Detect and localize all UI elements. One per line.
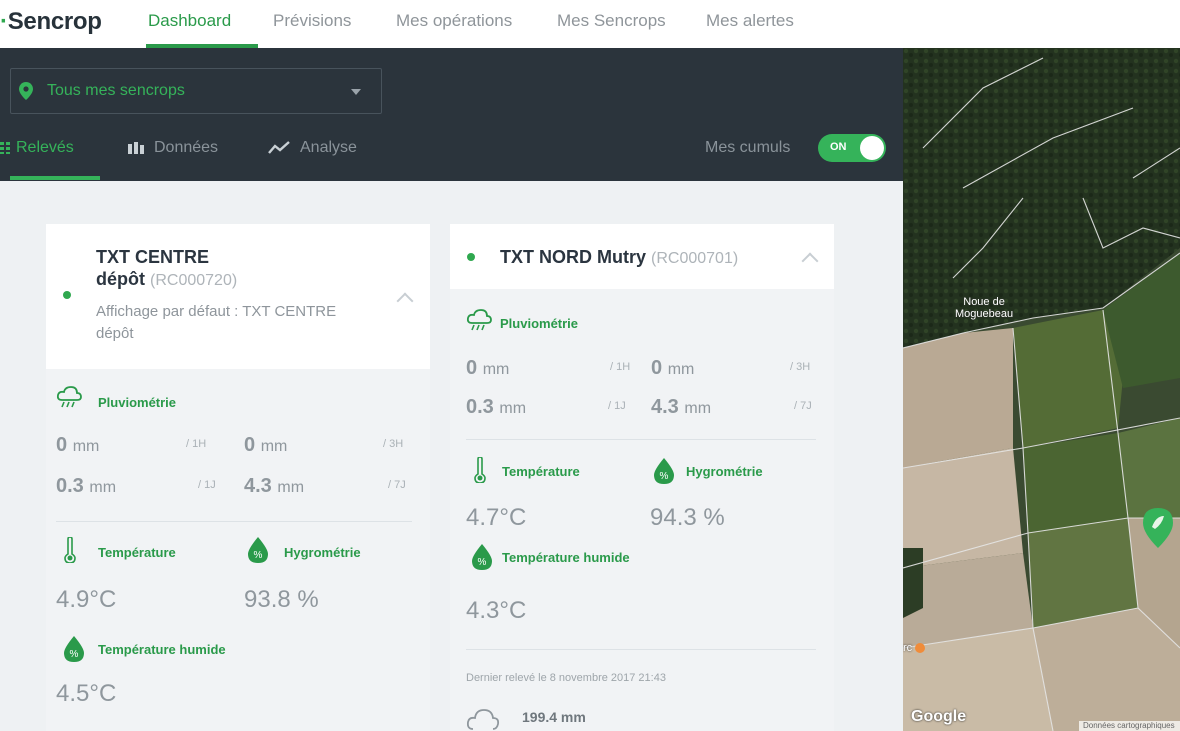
rain-1j-period: / 1J — [198, 479, 216, 491]
station-card: TXT CENTRE dépôt (RC000720) Affichage pa… — [46, 224, 430, 731]
tab-donnees-label: Données — [154, 139, 219, 156]
wet-temperature-label: Température humide — [502, 550, 630, 565]
trend-line-icon — [268, 141, 290, 154]
rain-3h-period: / 3H — [383, 438, 404, 450]
pluviometrie-label: Pluviométrie — [98, 395, 177, 410]
default-display-text: Affichage par défaut : TXT CENTRE dépôt — [96, 303, 337, 342]
poi-marker-icon — [915, 643, 926, 654]
wet-temperature-value: 4.3°C — [466, 597, 527, 624]
tab-releves[interactable]: Relevés — [0, 139, 74, 157]
wet-temperature-value: 4.5°C — [56, 680, 117, 707]
station-name: TXT NORD Mutry (RC000701) — [500, 247, 739, 267]
temperature-value: 4.7°C — [466, 504, 527, 531]
nav-mes-operations[interactable]: Mes opérations — [396, 11, 512, 31]
satellite-map[interactable]: Noue de Moguebeau rc Google Données carto… — [903, 48, 1180, 731]
pluviometrie-label: Pluviométrie — [500, 316, 579, 331]
rain-7j-period: / 7J — [388, 479, 406, 491]
station-name: TXT CENTRE dépôt (RC000720) — [96, 247, 238, 289]
cumuls-label: Mes cumuls — [705, 139, 791, 156]
nav-mes-alertes[interactable]: Mes alertes — [706, 11, 794, 31]
station-card-header[interactable]: TXT CENTRE dépôt (RC000720) Affichage pa… — [46, 224, 430, 369]
station-code: (RC000701) — [651, 250, 739, 267]
bar-chart-icon — [128, 142, 144, 154]
rain-7j-value: 4.3 mm — [651, 396, 712, 418]
map-pin-icon — [19, 82, 33, 100]
map-partial-label: rc — [903, 642, 926, 654]
wet-temperature-icon: % — [472, 544, 492, 570]
wet-temperature-icon: % — [64, 636, 84, 662]
rain-1h-period: / 1H — [610, 361, 631, 373]
temperature-label: Température — [98, 545, 176, 560]
status-dot — [63, 291, 71, 299]
rain-1h-period: / 1H — [186, 438, 207, 450]
thermometer-icon — [474, 457, 486, 483]
station-selector-value: Tous mes sencrops — [47, 82, 185, 99]
temperature-value: 4.9°C — [56, 586, 117, 613]
rain-cloud-icon — [56, 386, 82, 408]
hygrometrie-label: Hygrométrie — [284, 545, 361, 560]
nav-mes-sencrops[interactable]: Mes Sencrops — [557, 11, 666, 31]
cloud-icon — [466, 709, 500, 730]
nav-previsions[interactable]: Prévisions — [273, 11, 351, 31]
tab-analyse[interactable]: Analyse — [268, 139, 357, 157]
rain-1h-value: 0 mm — [466, 357, 510, 379]
rain-7j-value: 4.3 mm — [244, 475, 305, 497]
rain-1h-value: 0 mm — [56, 434, 100, 456]
rain-3h-value: 0 mm — [651, 357, 695, 379]
divider — [56, 521, 412, 522]
station-marker-icon[interactable] — [1143, 508, 1173, 548]
google-logo: Google — [911, 708, 967, 725]
humidity-drop-icon: % — [654, 458, 674, 484]
toggle-state: ON — [830, 141, 847, 153]
hygrometrie-value: 94.3 % — [650, 504, 725, 531]
app-root: ·Sencrop Dashboard Prévisions Mes opérat… — [0, 0, 1180, 731]
map-attribution[interactable]: Données cartographiques — [1079, 721, 1180, 731]
tab-analyse-label: Analyse — [300, 139, 357, 156]
active-tab-indicator — [10, 176, 100, 180]
tab-donnees[interactable]: Données — [128, 139, 218, 157]
brand-logo[interactable]: ·Sencrop — [0, 8, 102, 36]
rain-cloud-icon — [466, 309, 492, 331]
wet-temperature-label: Température humide — [98, 642, 226, 657]
hygrometrie-label: Hygrométrie — [686, 464, 763, 479]
rain-3h-value: 0 mm — [244, 434, 288, 456]
map-imagery — [903, 48, 1180, 731]
chevron-up-icon[interactable] — [396, 292, 414, 310]
svg-text:%: % — [254, 550, 263, 561]
station-card-header[interactable]: TXT NORD Mutry (RC000701) — [450, 224, 834, 289]
station-code: (RC000720) — [150, 272, 238, 289]
humidity-drop-icon: % — [248, 537, 268, 563]
rain-3h-period: / 3H — [790, 361, 811, 373]
nav-dashboard[interactable]: Dashboard — [148, 11, 231, 31]
rain-1j-period: / 1J — [608, 400, 626, 412]
tab-releves-label: Relevés — [16, 139, 74, 156]
grid-icon — [0, 142, 10, 154]
place-label: Noue de Moguebeau — [955, 296, 1014, 320]
cumul-value: 199.4 mm — [522, 709, 586, 725]
dashboard-header: Tous mes sencrops Relevés Données Analys… — [0, 48, 903, 181]
svg-text:%: % — [478, 557, 487, 568]
status-dot — [467, 253, 475, 261]
top-navbar: ·Sencrop Dashboard Prévisions Mes opérat… — [0, 0, 1180, 48]
hygrometrie-value: 93.8 % — [244, 586, 319, 613]
chevron-up-icon[interactable] — [801, 252, 819, 270]
rain-1j-value: 0.3 mm — [466, 396, 527, 418]
divider — [466, 439, 816, 440]
temperature-label: Température — [502, 464, 580, 479]
rain-1j-value: 0.3 mm — [56, 475, 117, 497]
station-selector[interactable]: Tous mes sencrops — [10, 68, 382, 114]
toggle-knob — [860, 136, 884, 160]
thermometer-icon — [64, 537, 76, 563]
station-card: TXT NORD Mutry (RC000701) Pluviométrie 0… — [450, 224, 834, 731]
last-reading-text: Dernier relevé le 8 novembre 2017 21:43 — [466, 672, 666, 684]
divider — [466, 649, 816, 650]
svg-text:%: % — [70, 649, 79, 660]
svg-text:%: % — [660, 471, 669, 482]
station-cards-area: TXT CENTRE dépôt (RC000720) Affichage pa… — [0, 181, 903, 731]
cumuls-toggle[interactable]: ON — [818, 134, 886, 162]
rain-7j-period: / 7J — [794, 400, 812, 412]
chevron-down-icon — [351, 89, 361, 95]
